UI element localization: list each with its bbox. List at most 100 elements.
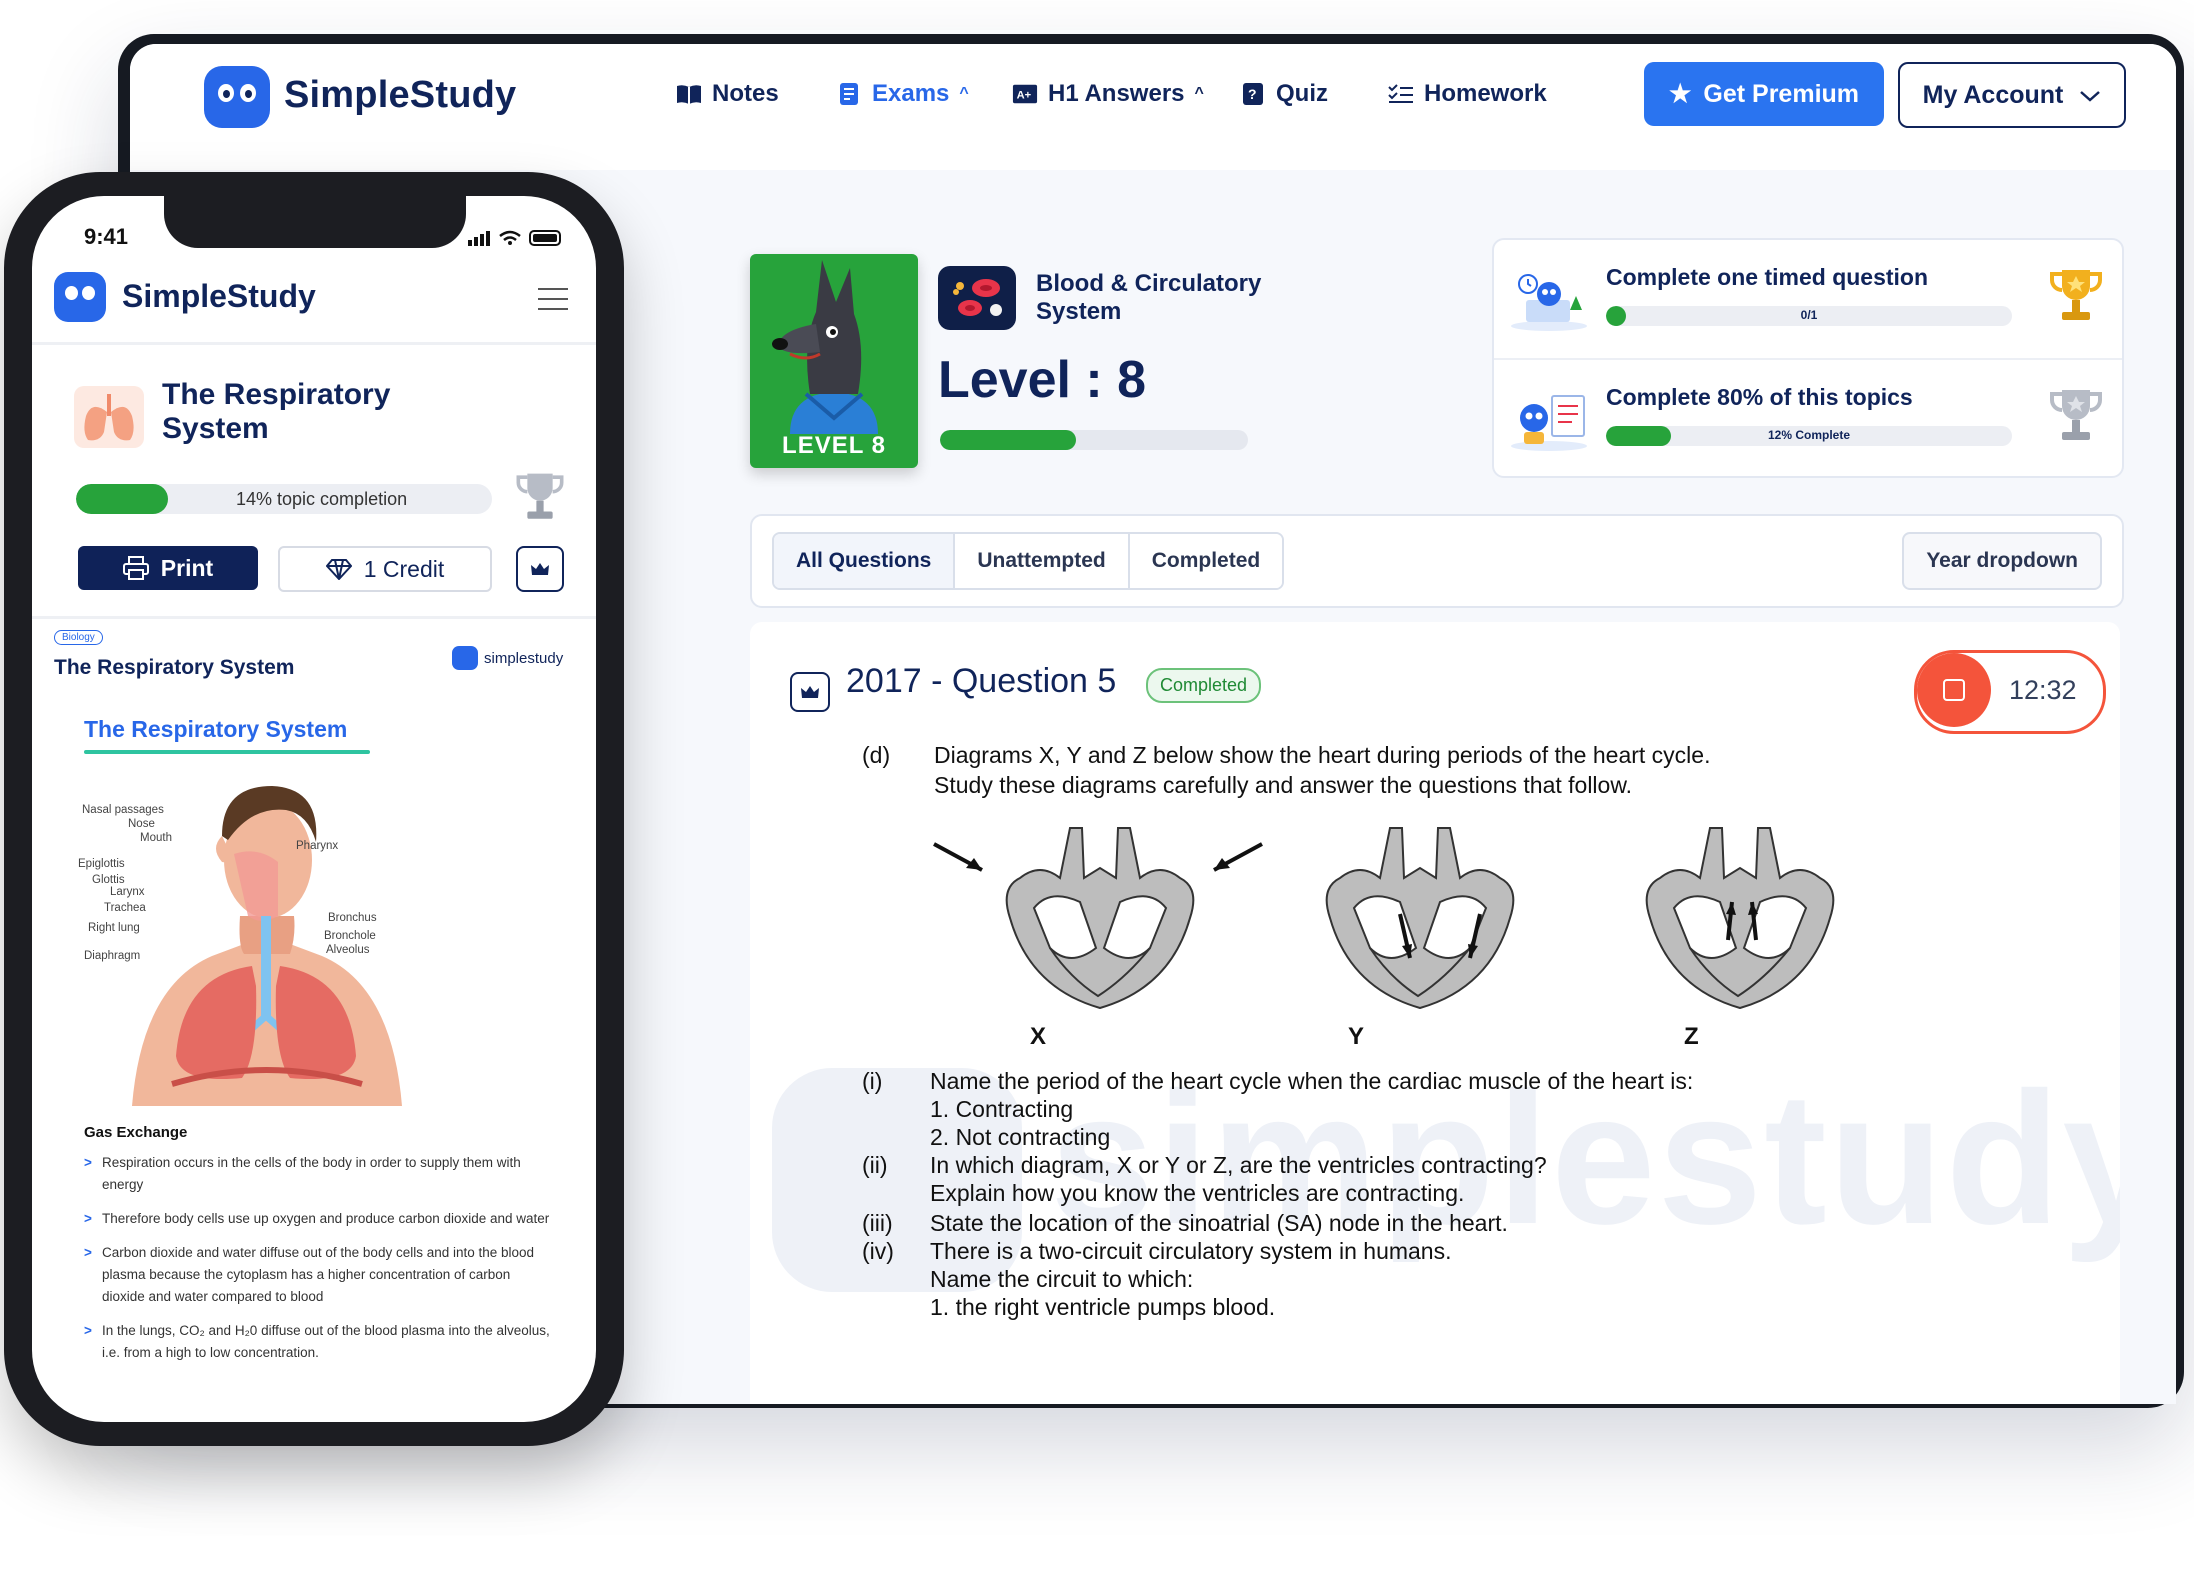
topic-completion-fill: [76, 484, 168, 514]
crown-icon[interactable]: [790, 672, 830, 712]
my-account-button[interactable]: My Account: [1898, 62, 2126, 128]
silver-trophy-icon: [516, 473, 564, 519]
question-item-text: State the location of the sinoatrial (SA…: [930, 1210, 1508, 1236]
heading-underline: [84, 750, 370, 754]
challenge-row[interactable]: Complete 80% of this topics 12% Complete: [1494, 358, 2122, 476]
tab-all-questions[interactable]: All Questions: [774, 534, 956, 588]
timed-question-illustration-icon: [1511, 274, 1587, 331]
diamond-icon: [325, 559, 352, 580]
nav-h1-answers[interactable]: A+ H1 Answers ^: [1012, 80, 1204, 108]
anatomy-label: Bronchole: [324, 930, 376, 942]
status-badge: Completed: [1146, 668, 1262, 703]
section-heading: Gas Exchange: [84, 1124, 188, 1141]
challenge-title: Complete 80% of this topics: [1606, 384, 1913, 410]
level-progress-fill: [940, 430, 1076, 450]
bullet-item: Therefore body cells use up oxygen and p…: [84, 1208, 554, 1230]
bullet-item: Respiration occurs in the cells of the b…: [84, 1152, 554, 1196]
divider: [32, 342, 596, 345]
question-intro-line: Diagrams X, Y and Z below show the heart…: [934, 742, 1711, 768]
topic-title: The Respiratory System: [162, 378, 391, 445]
blood-cells-icon: [938, 266, 1016, 330]
nav-quiz[interactable]: ? Quiz: [1240, 80, 1328, 108]
question-item-text: 1. Contracting: [930, 1096, 1074, 1122]
question-part-label: (d): [862, 742, 891, 768]
anatomy-label: Nasal passages: [82, 804, 164, 816]
nav-label: H1 Answers: [1048, 80, 1185, 107]
heart-diagrams: [933, 827, 1835, 1009]
subject-badge: Biology: [54, 630, 103, 645]
divider: [32, 616, 596, 619]
challenge-progress-bar: 0/1: [1606, 306, 2012, 326]
get-premium-button[interactable]: ★ Get Premium: [1644, 62, 1884, 126]
print-label: Print: [160, 554, 214, 581]
nav-label: Notes: [712, 80, 779, 107]
anatomy-label: Larynx: [110, 886, 145, 898]
phone-screen: 9:41 SimpleStudy The Respiratory System …: [32, 196, 596, 1422]
document-brand-text: simplestudy: [484, 649, 564, 667]
challenge-title: Complete one timed question: [1606, 264, 1929, 290]
bullet-list: Respiration occurs in the cells of the b…: [84, 1152, 554, 1376]
gold-trophy-icon: [2050, 270, 2102, 320]
brand-name[interactable]: SimpleStudy: [284, 74, 516, 117]
logo-icon: [452, 646, 478, 670]
brand-name[interactable]: SimpleStudy: [122, 278, 316, 315]
anatomy-label: Trachea: [104, 902, 146, 914]
crown-icon[interactable]: [516, 546, 564, 592]
nav-notes[interactable]: Notes: [676, 80, 779, 108]
topic-progress-illustration-icon: [1511, 395, 1587, 451]
challenge-progress-bar: 12% Complete: [1606, 426, 2012, 446]
star-icon: ★: [1668, 80, 1692, 108]
anatomy-label: Epiglottis: [78, 858, 125, 870]
chevron-up-icon: ^: [959, 85, 969, 102]
challenge-progress-text: 0/1: [1800, 308, 1818, 322]
homework-icon: [1388, 83, 1414, 105]
svg-text:?: ?: [1248, 86, 1257, 102]
question-card: simplestudy 2017 - Question 5 Completed …: [750, 622, 2120, 1404]
anatomy-label: Bronchus: [328, 912, 377, 924]
topic-title: Blood & Circulatory System: [1036, 270, 1262, 325]
nav-label: Exams: [872, 80, 950, 107]
chevron-down-icon: [2079, 81, 2101, 110]
question-item-text: 1. the right ventricle pumps blood.: [930, 1294, 1276, 1320]
anatomy-label: Diaphragm: [84, 950, 141, 962]
level-text: Level : 8: [938, 351, 1147, 409]
anatomy-label: Glottis: [92, 874, 125, 886]
tab-unattempted[interactable]: Unattempted: [955, 534, 1130, 588]
account-label: My Account: [1922, 80, 2064, 109]
stop-timer-button[interactable]: [1917, 653, 1991, 727]
logo-icon[interactable]: [204, 66, 270, 128]
challenge-row[interactable]: Complete one timed question 0/1: [1494, 240, 2122, 356]
level-progress-bar: [940, 430, 1248, 450]
nav-exams[interactable]: Exams ^: [836, 80, 969, 108]
question-title: 2017 - Question 5: [846, 662, 1117, 700]
document-heading: The Respiratory System: [84, 716, 348, 742]
nav-label: Quiz: [1276, 80, 1328, 107]
question-item-text: 2. Not contracting: [930, 1124, 1111, 1150]
logo-icon[interactable]: [54, 272, 106, 322]
diagram-label: Y: [1348, 1023, 1365, 1050]
heart-x: [1005, 827, 1195, 1009]
hamburger-menu-icon[interactable]: [538, 288, 568, 318]
status-time: 9:41: [84, 224, 129, 249]
anatomy-label: Right lung: [88, 922, 140, 934]
lungs-icon: [74, 386, 144, 448]
exam-icon: [836, 83, 862, 105]
credit-label: 1 Credit: [363, 555, 445, 582]
timer-value: 12:32: [2009, 675, 2077, 705]
challenge-progress-text: 12% Complete: [1767, 428, 1851, 442]
heart-y: [1325, 827, 1515, 1009]
nav-homework[interactable]: Homework: [1388, 80, 1547, 108]
diagram-label: X: [1030, 1023, 1047, 1050]
tab-completed[interactable]: Completed: [1129, 534, 1283, 588]
anatomy-label: Pharynx: [296, 840, 339, 852]
challenges-panel: Complete one timed question 0/1 Complete…: [1492, 238, 2124, 478]
print-button[interactable]: Print: [78, 546, 258, 590]
premium-label: Get Premium: [1703, 79, 1860, 108]
anatomy-label: Nose: [128, 818, 155, 830]
stop-icon: [1943, 679, 1965, 701]
year-dropdown[interactable]: Year dropdown: [1902, 532, 2102, 590]
credit-button[interactable]: 1 Credit: [278, 546, 492, 592]
book-icon: [676, 83, 702, 105]
chevron-up-icon: ^: [1194, 85, 1204, 102]
answers-icon: A+: [1012, 83, 1038, 105]
